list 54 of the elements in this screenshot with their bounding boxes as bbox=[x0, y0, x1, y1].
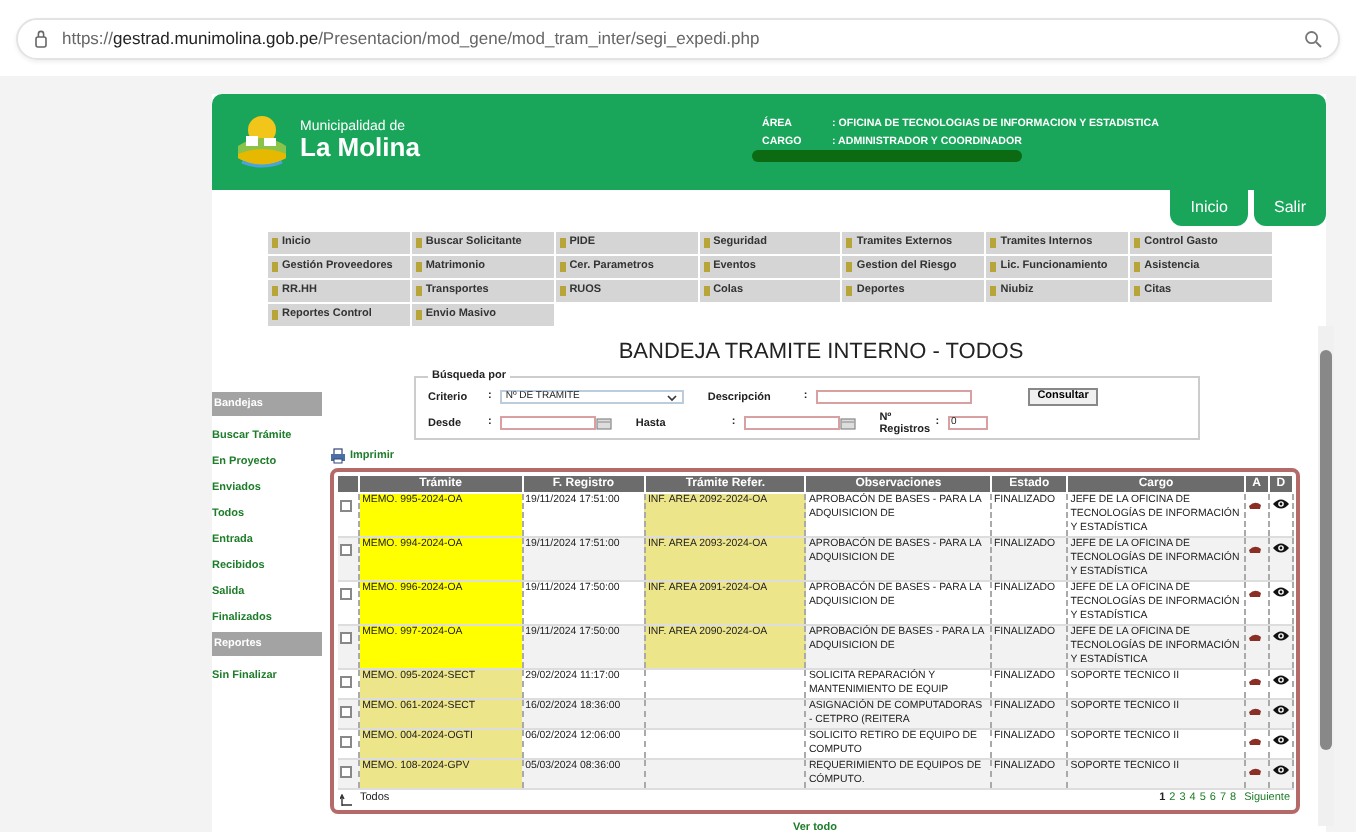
bullet-icon bbox=[990, 238, 997, 248]
up-arrow-icon bbox=[340, 793, 352, 805]
address-bar[interactable]: https://gestrad.munimolina.gob.pe/Presentacion/mod_gene/mod_tram_inter/segi_expedi.php bbox=[16, 18, 1340, 60]
eye-icon[interactable] bbox=[1271, 498, 1290, 510]
org-name: La Molina bbox=[300, 134, 420, 164]
bullet-icon bbox=[272, 286, 278, 296]
eye-icon[interactable] bbox=[1271, 586, 1290, 598]
scrollbar[interactable] bbox=[1318, 326, 1334, 826]
bullet-icon bbox=[703, 286, 710, 296]
row-checkbox[interactable] bbox=[339, 736, 351, 748]
bullet-icon bbox=[703, 262, 710, 272]
eye-icon[interactable] bbox=[1271, 764, 1290, 776]
logo-icon bbox=[232, 112, 292, 172]
row-checkbox[interactable] bbox=[339, 544, 351, 556]
bullet-icon bbox=[990, 286, 997, 296]
page-title: BANDEJA TRAMITE INTERNO - TODOS bbox=[616, 338, 1026, 366]
row-checkbox[interactable] bbox=[339, 500, 351, 512]
bullet-icon bbox=[846, 286, 853, 296]
bullet-icon bbox=[1134, 286, 1141, 296]
bullet-icon bbox=[415, 262, 422, 272]
bullet-icon bbox=[559, 262, 566, 272]
scrollbar-thumb[interactable] bbox=[1320, 350, 1332, 750]
bullet-icon bbox=[846, 238, 853, 248]
date-field[interactable] bbox=[743, 416, 840, 430]
lock-icon bbox=[34, 30, 48, 48]
bullet-icon bbox=[990, 262, 997, 272]
row-checkbox[interactable] bbox=[339, 706, 351, 718]
bullet-icon bbox=[1134, 262, 1141, 272]
row-checkbox[interactable] bbox=[339, 766, 351, 778]
eye-icon[interactable] bbox=[1271, 542, 1290, 554]
bullet-icon bbox=[272, 238, 278, 248]
zoom-icon bbox=[1304, 30, 1322, 48]
printer-icon bbox=[330, 448, 346, 464]
input-field[interactable] bbox=[815, 390, 972, 404]
bullet-icon bbox=[846, 262, 853, 272]
row-checkbox[interactable] bbox=[339, 676, 351, 688]
bullet-icon bbox=[415, 286, 422, 296]
eye-icon[interactable] bbox=[1271, 630, 1290, 642]
eye-icon[interactable] bbox=[1271, 704, 1290, 716]
eye-icon[interactable] bbox=[1271, 674, 1290, 686]
bullet-icon bbox=[559, 286, 566, 296]
date-field[interactable] bbox=[499, 416, 596, 430]
bullet-icon bbox=[1134, 238, 1141, 248]
bullet-icon bbox=[559, 238, 566, 248]
bullet-icon bbox=[703, 238, 710, 248]
row-checkbox[interactable] bbox=[339, 632, 351, 644]
bullet-icon bbox=[415, 238, 422, 248]
bullet-icon bbox=[415, 310, 422, 320]
bullet-icon bbox=[272, 262, 278, 272]
bullet-icon bbox=[272, 310, 278, 320]
row-checkbox[interactable] bbox=[339, 588, 351, 600]
eye-icon[interactable] bbox=[1271, 734, 1290, 746]
url-text: https://gestrad.munimolina.gob.pe/Presentacion/mod_gene/mod_tram_inter/segi_expedi.php bbox=[62, 26, 762, 52]
caret-icon bbox=[665, 393, 678, 401]
